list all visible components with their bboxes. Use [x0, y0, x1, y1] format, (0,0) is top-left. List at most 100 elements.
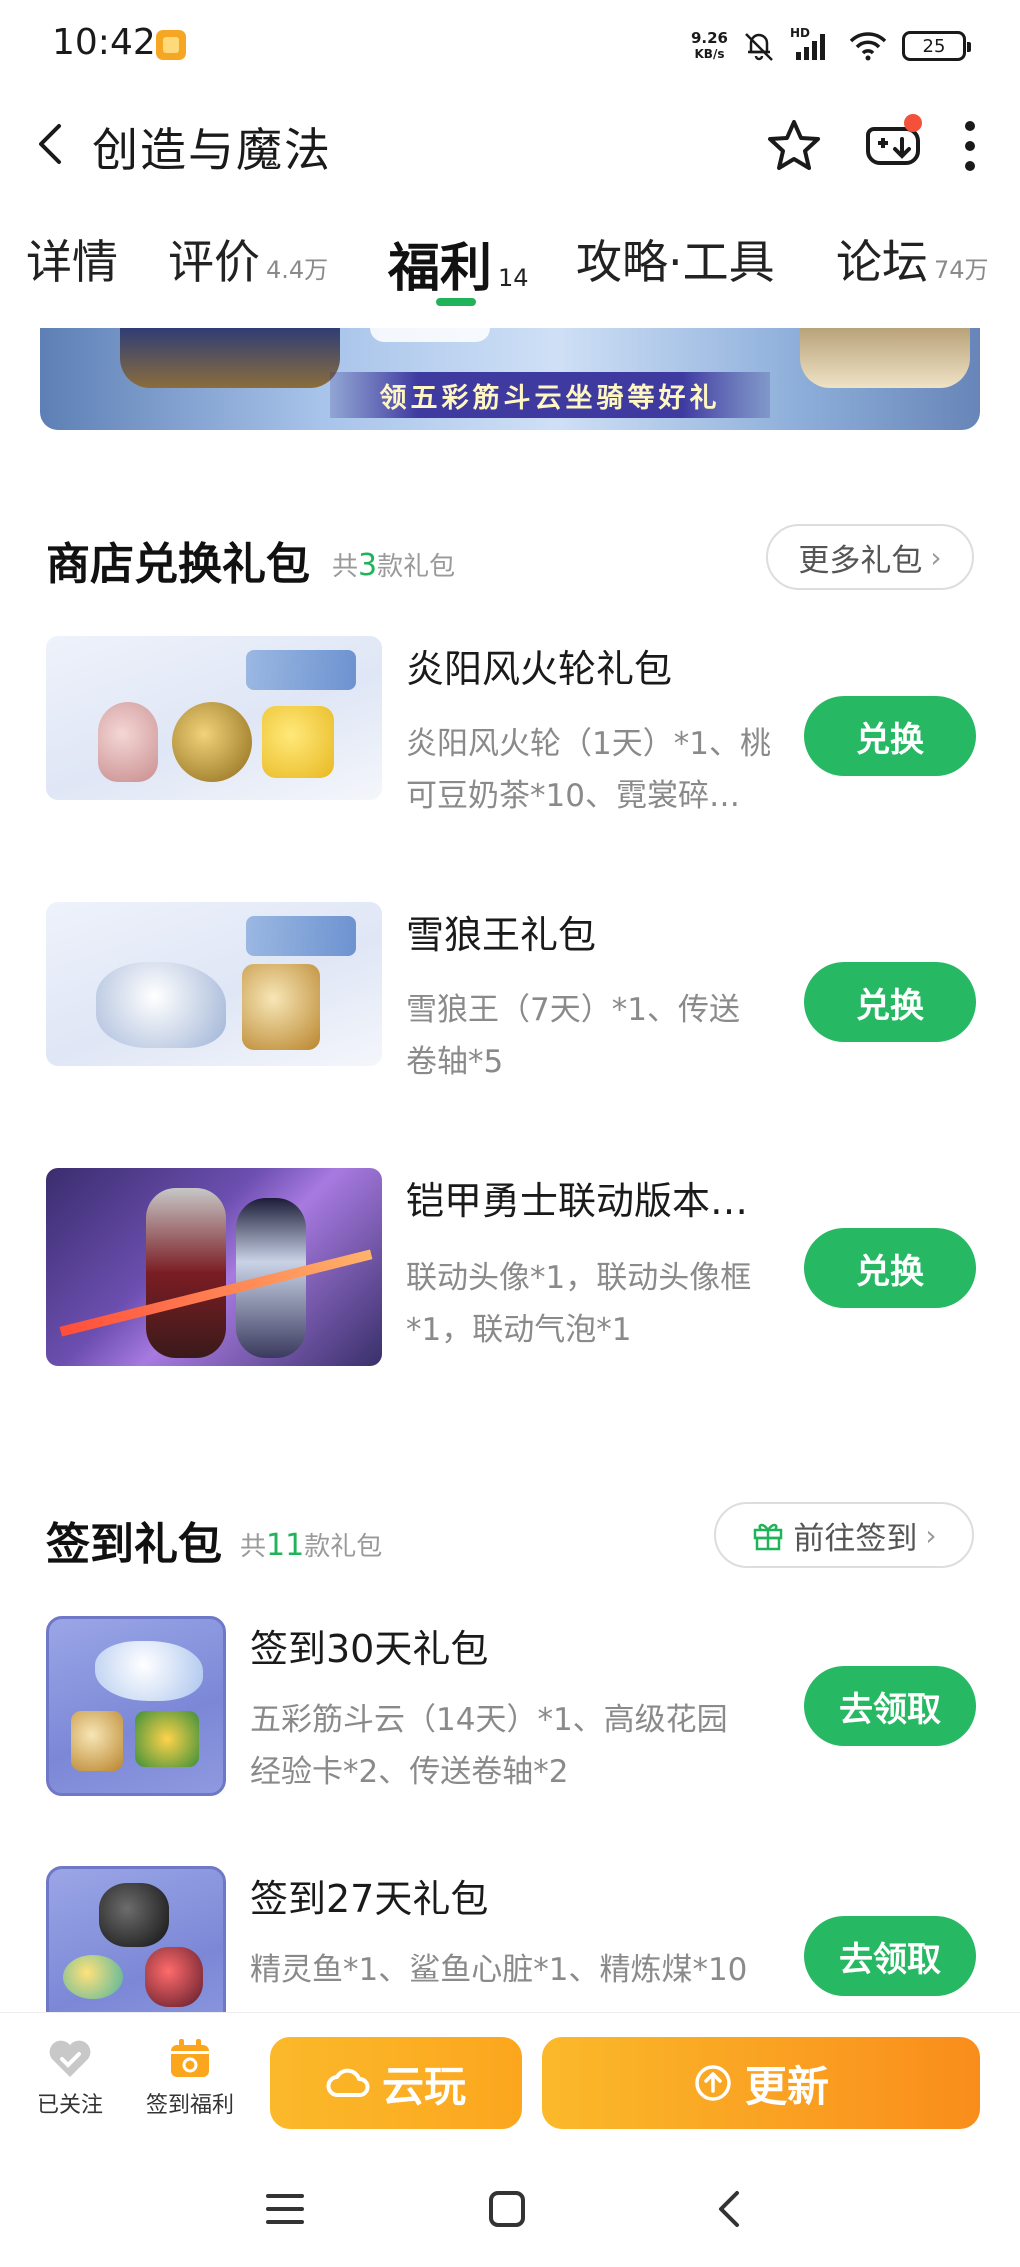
tab-reviews[interactable]: 评价 4.4万 — [168, 226, 328, 306]
nav-back-button[interactable] — [694, 2174, 764, 2244]
mute-icon — [745, 33, 773, 61]
status-time: 10:42 — [52, 22, 156, 63]
upload-circle-icon — [695, 2065, 731, 2101]
gift-description: 联动头像*1，联动头像框 *1，联动气泡*1 — [406, 1252, 751, 1356]
checkin-benefits-button[interactable]: 签到福利 — [140, 2037, 240, 2119]
banner-text: 领五彩筋斗云坐骑等好礼 — [379, 382, 721, 414]
back-button[interactable] — [20, 114, 80, 174]
banner-art-detail — [370, 328, 490, 342]
follow-label: 已关注 — [36, 2093, 103, 2118]
gift-description-line: 卷轴*5 — [406, 1044, 504, 1080]
shop-section-title: 商店兑换礼包 — [46, 539, 310, 590]
gift-description: 精灵鱼*1、鲨鱼心脏*1、精炼煤*10 — [250, 1944, 747, 1996]
gift-description-line: 经验卡*2、传送卷轴*2 — [250, 1754, 569, 1790]
tab-count: 14 — [498, 264, 529, 292]
tab-forum[interactable]: 论坛 74万 — [836, 226, 989, 306]
star-icon — [768, 120, 820, 170]
wifi-icon — [849, 32, 887, 61]
gift-name: 炎阳风火轮礼包 — [406, 647, 673, 691]
status-bar: 10:42 9.26 KB/s HD 25 — [0, 0, 1020, 90]
game-logo-icon — [246, 650, 356, 690]
refined-coal-icon — [99, 1883, 169, 1947]
redeem-button[interactable]: 兑换 — [804, 1228, 976, 1308]
notification-dot — [904, 114, 922, 132]
status-icons: 9.26 KB/s HD 25 — [691, 26, 971, 66]
tab-bar: 详情 评价 4.4万 福利 14 攻略·工具 论坛 74万 — [0, 226, 1020, 316]
goto-checkin-label: 前往签到 — [793, 1520, 918, 1557]
banner-caption-strip: 领五彩筋斗云坐骑等好礼 — [330, 372, 770, 418]
armor-warrior-art — [146, 1188, 226, 1358]
tab-benefits[interactable]: 福利 14 — [388, 226, 529, 306]
tab-label: 福利 — [388, 239, 493, 299]
promo-banner[interactable]: 领五彩筋斗云坐骑等好礼 — [40, 328, 980, 430]
cloud-play-button[interactable]: 云玩 — [270, 2037, 522, 2129]
redeem-button[interactable]: 兑换 — [804, 962, 976, 1042]
signal-label: HD — [790, 26, 811, 40]
teleport-scroll-icon — [242, 964, 320, 1050]
recent-apps-button[interactable] — [250, 2174, 320, 2244]
shop-section-count: 共3款礼包 — [332, 546, 455, 583]
count-number: 3 — [358, 548, 378, 583]
gift-name: 签到30天礼包 — [250, 1627, 489, 1671]
teleport-scroll-icon — [71, 1711, 123, 1771]
tab-guides-tools[interactable]: 攻略·工具 — [576, 226, 775, 306]
more-vertical-icon — [965, 121, 975, 171]
gift-description-line: 雪狼王（7天）*1、传送 — [406, 992, 740, 1028]
heart-icon — [49, 2040, 91, 2077]
gift-description: 炎阳风火轮（1天）*1、桃 可豆奶茶*10、霓裳碎… — [406, 718, 771, 822]
system-nav-bar — [0, 2150, 1020, 2267]
count-prefix: 共 — [240, 1532, 267, 1562]
calendar-gift-icon — [171, 2039, 209, 2077]
more-menu-button[interactable] — [950, 114, 990, 178]
goto-checkin-button[interactable]: 前往签到 › — [714, 1502, 974, 1568]
gift-name: 铠甲勇士联动版本… — [406, 1179, 749, 1223]
game-download-button[interactable] — [858, 114, 928, 178]
gift-name: 雪狼王礼包 — [406, 913, 597, 957]
chevron-right-icon: › — [930, 540, 942, 574]
shark-heart-icon — [145, 1947, 203, 2007]
banner-character-art — [120, 328, 340, 388]
cloud-icon — [326, 2068, 370, 2097]
gift-thumbnail-snow-wolf[interactable] — [46, 902, 382, 1066]
gift-description: 五彩筋斗云（14天）*1、高级花园 经验卡*2、传送卷轴*2 — [250, 1694, 728, 1798]
home-square-icon — [489, 2191, 525, 2227]
home-button[interactable] — [472, 2174, 542, 2244]
gift-description-line: 炎阳风火轮（1天）*1、桃 — [406, 726, 771, 762]
tab-label: 论坛 — [836, 235, 928, 289]
count-number: 11 — [266, 1528, 305, 1563]
shirt-icon — [262, 706, 334, 778]
update-label: 更新 — [744, 2061, 829, 2111]
favorite-button[interactable] — [762, 114, 826, 178]
checkin-section-count: 共11款礼包 — [240, 1526, 382, 1563]
gift-thumbnail-armor-hero[interactable] — [46, 1168, 382, 1366]
bottom-action-bar: 已关注 签到福利 云玩 更新 — [0, 2012, 1020, 2150]
signal-icon: HD — [790, 26, 834, 62]
gift-description-line: 联动头像*1，联动头像框 — [406, 1260, 752, 1296]
claim-button[interactable]: 去领取 — [804, 1666, 976, 1746]
gift-description-line: 五彩筋斗云（14天）*1、高级花园 — [250, 1702, 728, 1738]
more-gifts-button[interactable]: 更多礼包 › — [766, 524, 974, 590]
game-logo-icon — [246, 916, 356, 956]
update-button[interactable]: 更新 — [542, 2037, 980, 2129]
garden-exp-card-icon — [135, 1711, 199, 1767]
checkin-section-title: 签到礼包 — [46, 1519, 222, 1570]
banner-compass-art — [800, 328, 970, 388]
milk-tea-icon — [98, 702, 158, 782]
redeem-button[interactable]: 兑换 — [804, 696, 976, 776]
network-speed: 9.26 KB/s — [691, 30, 728, 62]
gift-thumbnail-checkin-30[interactable] — [46, 1616, 226, 1796]
network-speed-unit: KB/s — [694, 47, 725, 61]
claim-button[interactable]: 去领取 — [804, 1916, 976, 1996]
chevron-right-icon: › — [925, 1518, 937, 1552]
follow-button[interactable]: 已关注 — [20, 2037, 120, 2119]
gift-description-line: 精灵鱼*1、鲨鱼心脏*1、精炼煤*10 — [250, 1952, 748, 1988]
tab-details[interactable]: 详情 — [26, 226, 118, 306]
checkin-benefits-label: 签到福利 — [145, 2093, 234, 2118]
network-speed-value: 9.26 — [690, 29, 728, 47]
spirit-fish-icon — [63, 1955, 123, 1999]
gift-thumbnail-fire-wheel[interactable] — [46, 636, 382, 800]
count-suffix: 款礼包 — [304, 1532, 383, 1562]
gift-description-line: 可豆奶茶*10、霓裳碎… — [406, 778, 740, 814]
tab-label: 评价 — [168, 235, 260, 289]
cloud-mount-icon — [95, 1641, 203, 1701]
